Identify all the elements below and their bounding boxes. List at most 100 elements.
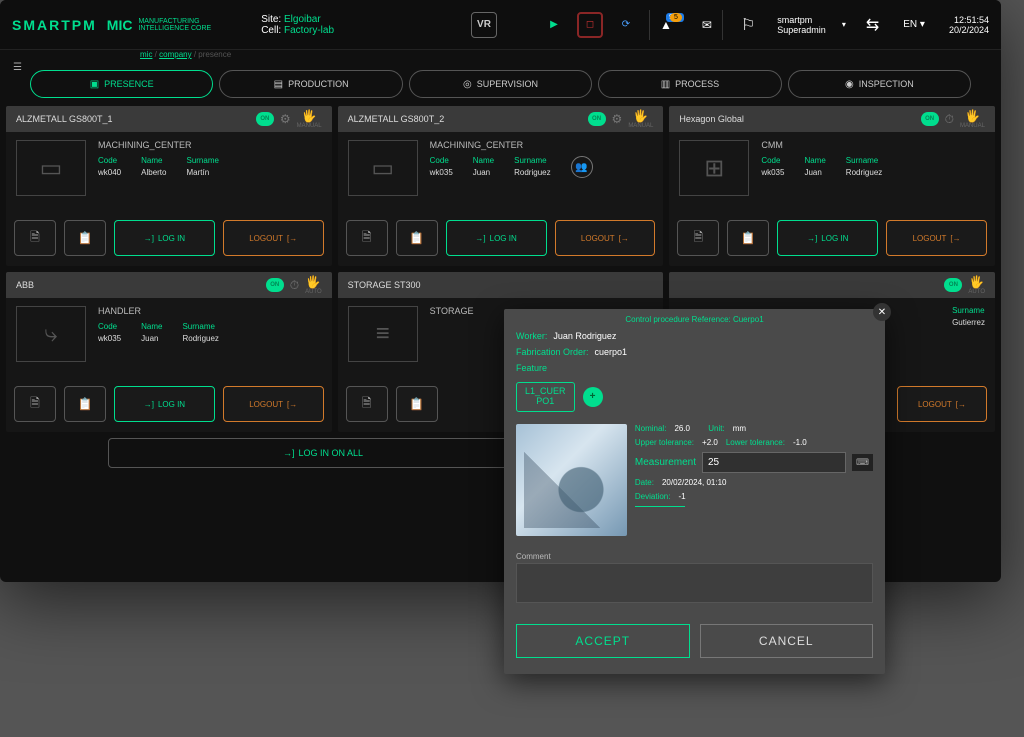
tab-inspection[interactable]: ◉INSPECTION [788, 70, 971, 98]
logout-button[interactable]: LOGOUT [→ [897, 386, 987, 422]
reference-image [516, 424, 627, 536]
comment-input[interactable] [516, 563, 873, 603]
status-on: ON [588, 112, 606, 126]
menu-icon[interactable]: ☰ [13, 62, 22, 73]
status-on: ON [944, 278, 962, 292]
logout-button[interactable]: LOGOUT [→ [555, 220, 656, 256]
login-all-button[interactable]: →] LOG IN ON ALL [108, 438, 538, 468]
logout-button[interactable]: LOGOUT [→ [223, 386, 324, 422]
unit-value: mm [733, 424, 746, 433]
hand-icon[interactable]: 🖐 [306, 275, 321, 289]
machine-type: MACHINING_CENTER [430, 140, 654, 150]
status-on: ON [256, 112, 274, 126]
card-title: STORAGE ST300 [348, 280, 421, 290]
feature-chip[interactable]: L1_CUERPO1 [516, 382, 575, 412]
worker-value: Juan Rodriguez [553, 331, 616, 341]
stopwatch-icon[interactable]: ⏱ [290, 278, 299, 293]
machine-type: HANDLER [98, 306, 322, 316]
clipboard-button[interactable]: 📋 [396, 220, 438, 256]
hand-icon[interactable]: 🖐 [969, 275, 984, 289]
doc-button[interactable]: 🗎 [346, 220, 388, 256]
crumb-company[interactable]: company [159, 50, 191, 59]
crumb-mic[interactable]: mic [140, 50, 152, 59]
machine-card: ALZMETALL GS800T_2 ON ⚙ 🖐MANUAL ▭ MACHIN… [338, 106, 664, 266]
machine-type: CMM [761, 140, 985, 150]
brand-logo: SMARTPM [12, 17, 97, 33]
gear-icon[interactable]: ⚙ [280, 112, 291, 126]
clipboard-button[interactable]: 📋 [727, 220, 769, 256]
inspection-icon: ◉ [845, 79, 854, 90]
keyboard-icon[interactable]: ⌨ [852, 454, 873, 471]
tab-supervision[interactable]: ◎SUPERVISION [409, 70, 592, 98]
login-button[interactable]: →] LOG IN [114, 220, 215, 256]
location-block: Site: Elgoibar Cell: Factory-lab [261, 14, 334, 36]
doc-button[interactable]: 🗎 [14, 220, 56, 256]
clipboard-button[interactable]: 📋 [64, 386, 106, 422]
close-modal-button[interactable]: ✕ [873, 303, 891, 321]
card-title: ALZMETALL GS800T_1 [16, 114, 113, 124]
lang-selector[interactable]: EN ▾ [903, 19, 925, 30]
clipboard-button[interactable]: 📋 [64, 220, 106, 256]
ltol-label: Lower tolerance: [726, 438, 785, 447]
stopwatch-icon[interactable]: ⏱ [945, 112, 954, 127]
alerts-icon[interactable]: ▲99+5 [660, 18, 672, 32]
production-icon: ▤ [274, 79, 283, 90]
refresh-button[interactable]: ⟳ [613, 12, 639, 38]
login-button[interactable]: →] LOG IN [114, 386, 215, 422]
tab-process[interactable]: ▥PROCESS [598, 70, 781, 98]
machine-card: Hexagon Global ON ⏱ 🖐MANUAL ⊞ CMM Codewk… [669, 106, 995, 266]
manual-label: MANUAL [960, 123, 985, 129]
doc-button[interactable]: 🗎 [346, 386, 388, 422]
cancel-button[interactable]: CANCEL [700, 624, 874, 658]
tab-presence[interactable]: ▣PRESENCE [30, 70, 213, 98]
utol-label: Upper tolerance: [635, 438, 694, 447]
worker-code: wk040 [98, 168, 121, 177]
date: 20/2/2024 [949, 25, 989, 35]
clipboard-button[interactable]: 📋 [396, 386, 438, 422]
fab-value: cuerpo1 [595, 347, 628, 357]
machining-center-icon: ▭ [16, 140, 86, 196]
card-title: ABB [16, 280, 34, 290]
comment-label: Comment [516, 552, 873, 561]
worker-surname: Martín [186, 168, 218, 177]
login-button[interactable]: →] LOG IN [446, 220, 547, 256]
worker-name: Juan [804, 168, 825, 177]
utol-value: +2.0 [702, 438, 718, 447]
logout-button[interactable]: LOGOUT [→ [223, 220, 324, 256]
share-icon[interactable]: ⇆ [866, 15, 879, 35]
add-feature-button[interactable]: + [583, 387, 603, 407]
deviation-label: Deviation: [635, 492, 671, 501]
login-button[interactable]: →] LOG IN [777, 220, 878, 256]
tab-production[interactable]: ▤PRODUCTION [219, 70, 402, 98]
logout-button[interactable]: LOGOUT [→ [886, 220, 987, 256]
date-value: 20/02/2024, 01:10 [662, 478, 727, 487]
modal-title: Control procedure Reference: Cuerpo1 [504, 309, 885, 328]
breadcrumb: mic / company / presence [140, 50, 231, 59]
nominal-label: Nominal: [635, 424, 667, 433]
measurement-input[interactable] [702, 452, 846, 473]
user-block: smartpm Superadmin [777, 15, 826, 35]
date-label: Date: [635, 478, 654, 487]
doc-button[interactable]: 🗎 [14, 386, 56, 422]
stop-button[interactable]: ◻ [577, 12, 603, 38]
user-menu-caret-icon[interactable]: ▾ [842, 20, 846, 29]
worker-name: Juan [141, 334, 162, 343]
worker-label: Worker: [516, 331, 547, 341]
play-button[interactable]: ▶ [541, 12, 567, 38]
hand-icon[interactable]: 🖐 [965, 109, 980, 123]
user-role: Superadmin [777, 25, 826, 35]
mic-logo: MIC [107, 17, 133, 33]
manual-label: MANUAL [628, 123, 653, 129]
hand-icon[interactable]: 🖐 [302, 109, 317, 123]
group-icon[interactable]: 👥 [571, 156, 593, 178]
worker-code: wk035 [430, 168, 453, 177]
gear-icon[interactable]: ⚙ [612, 112, 623, 126]
doc-button[interactable]: 🗎 [677, 220, 719, 256]
hand-icon[interactable]: 🖐 [633, 109, 648, 123]
time: 12:51:54 [954, 15, 989, 25]
card-title: ALZMETALL GS800T_2 [348, 114, 445, 124]
accept-button[interactable]: ACCEPT [516, 624, 690, 658]
handler-icon: ⤷ [16, 306, 86, 362]
vr-button[interactable]: VR [471, 12, 497, 38]
messages-icon[interactable]: ✉ [702, 18, 712, 32]
